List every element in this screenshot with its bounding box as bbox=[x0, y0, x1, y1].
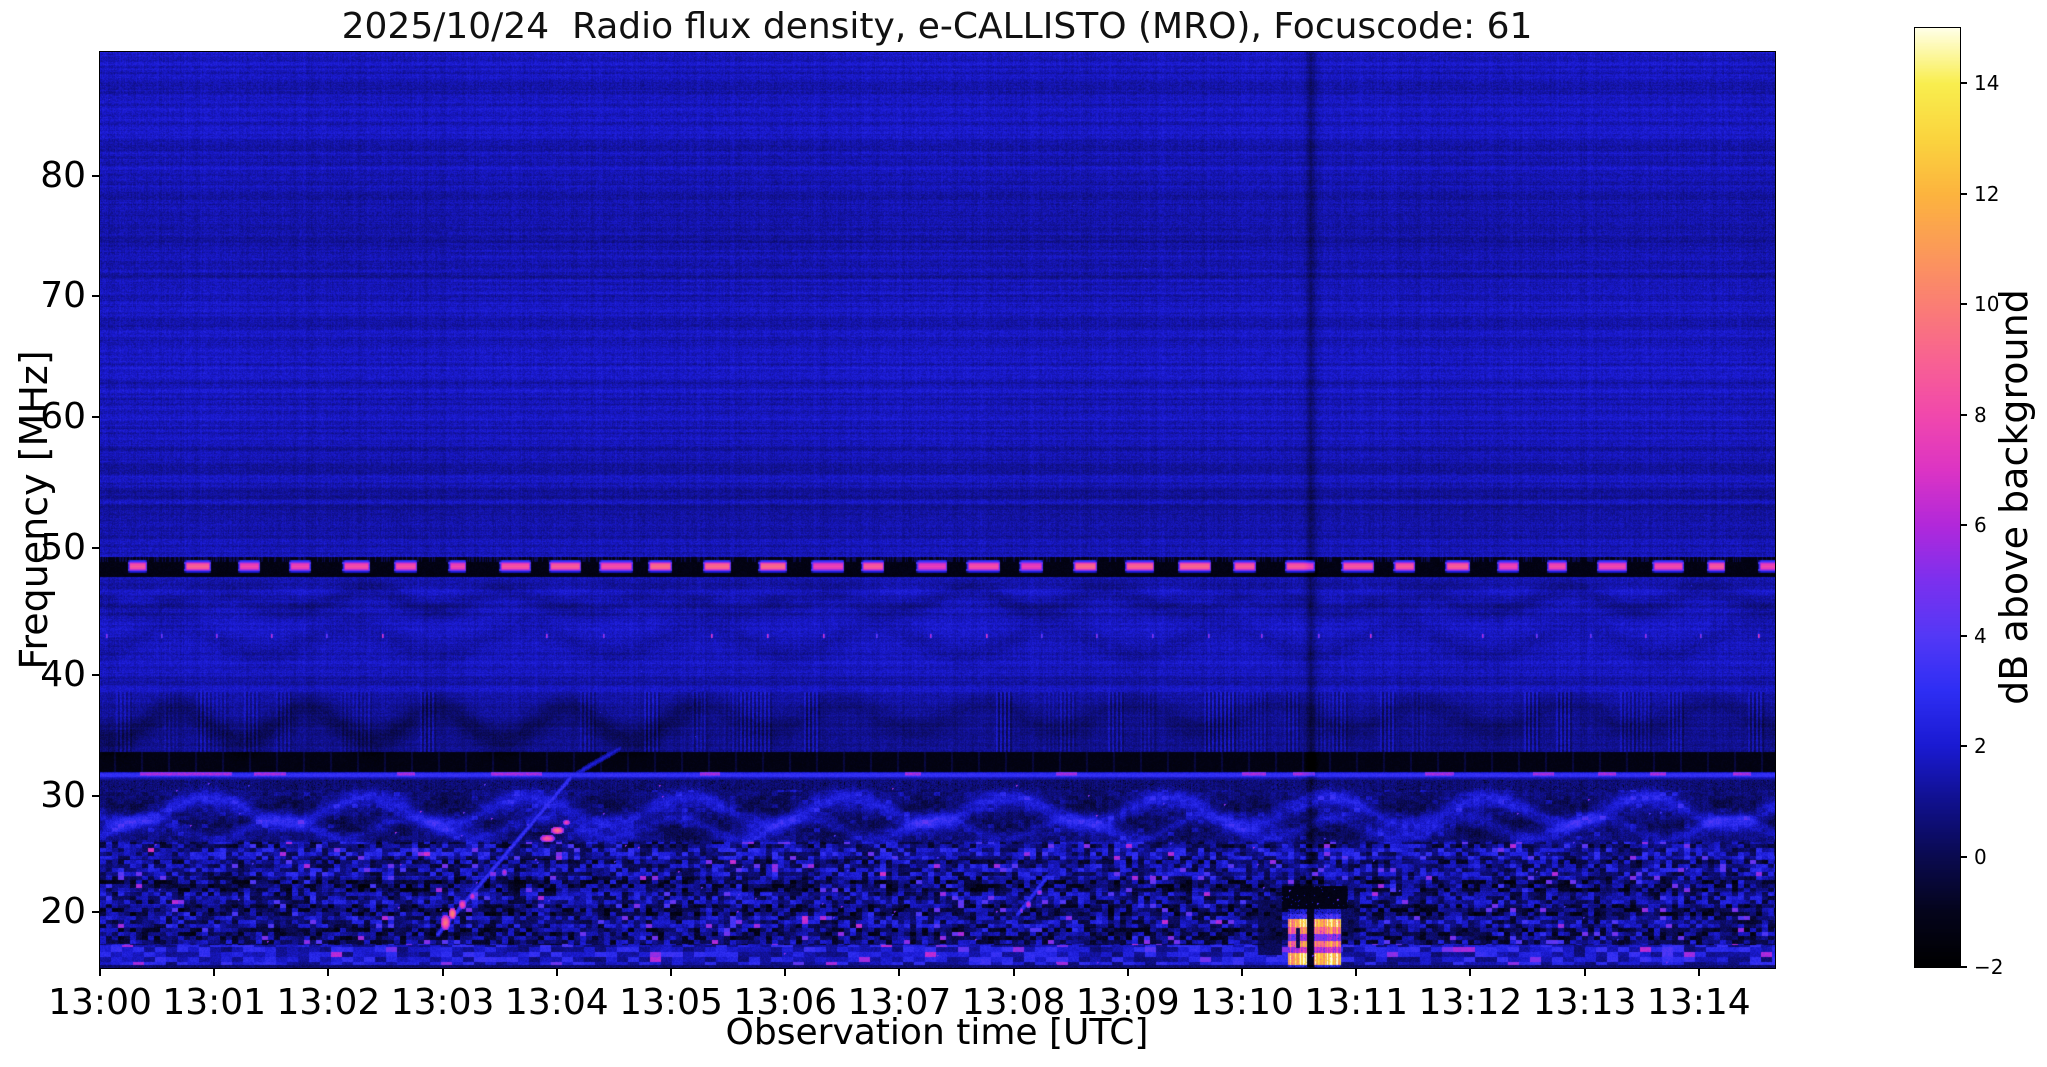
x-axis-tick bbox=[327, 968, 330, 976]
x-axis-tick bbox=[784, 968, 787, 976]
x-axis-tick-label: 13:02 bbox=[276, 982, 381, 1023]
x-axis-tick bbox=[1126, 968, 1129, 976]
y-axis-tick-label: 70 bbox=[40, 275, 86, 316]
x-axis-tick-label: 13:11 bbox=[1304, 982, 1409, 1023]
y-axis-tick bbox=[92, 911, 100, 913]
colorbar-tick-label: −2 bbox=[1974, 955, 2004, 979]
x-axis-tick-label: 13:12 bbox=[1418, 982, 1523, 1023]
x-axis-tick-label: 13:00 bbox=[48, 982, 152, 1023]
y-axis-tick bbox=[92, 795, 100, 797]
colorbar-tick-label: 0 bbox=[1974, 844, 1987, 869]
x-axis-tick bbox=[441, 968, 444, 976]
colorbar-tick bbox=[1960, 634, 1967, 637]
x-axis-tick bbox=[1697, 968, 1700, 976]
y-axis-tick bbox=[92, 175, 100, 177]
x-axis-tick bbox=[1583, 968, 1586, 976]
colorbar-label: dB above background bbox=[1992, 289, 2036, 705]
colorbar-tick bbox=[1960, 303, 1967, 306]
x-axis-tick-label: 13:13 bbox=[1532, 982, 1637, 1023]
colorbar-tick-label: 12 bbox=[1974, 181, 2000, 206]
x-axis-tick bbox=[898, 968, 901, 976]
y-axis-tick bbox=[92, 674, 100, 676]
y-axis-tick bbox=[92, 295, 100, 297]
spectrogram-canvas bbox=[100, 52, 1775, 968]
colorbar-tick-label: 4 bbox=[1974, 623, 1987, 648]
x-axis-tick-label: 13:05 bbox=[619, 982, 723, 1023]
x-axis-tick bbox=[1012, 968, 1015, 976]
x-axis-label: Observation time [UTC] bbox=[725, 1012, 1149, 1053]
x-axis-tick bbox=[1469, 968, 1472, 976]
y-axis-tick-label: 50 bbox=[40, 527, 86, 568]
y-axis-tick bbox=[92, 416, 100, 418]
x-axis-tick-label: 13:10 bbox=[1190, 982, 1294, 1023]
colorbar-tick-label: 2 bbox=[1974, 734, 1987, 759]
colorbar-tick bbox=[1960, 82, 1967, 85]
colorbar-gradient bbox=[1915, 28, 1960, 967]
colorbar-tick-label: 6 bbox=[1974, 513, 1987, 538]
colorbar-tick-label: 8 bbox=[1974, 402, 1987, 427]
x-axis-tick bbox=[670, 968, 672, 976]
colorbar-tick-label: 14 bbox=[1974, 71, 2000, 96]
colorbar-tick bbox=[1960, 192, 1967, 195]
colorbar-tick bbox=[1960, 524, 1967, 527]
plot-area bbox=[99, 51, 1776, 969]
colorbar bbox=[1914, 27, 1961, 968]
y-axis-tick-label: 80 bbox=[40, 155, 86, 196]
colorbar-tick bbox=[1960, 745, 1967, 748]
y-axis-tick bbox=[92, 547, 100, 549]
y-axis-tick-label: 60 bbox=[40, 396, 86, 437]
x-axis-tick-label: 13:03 bbox=[390, 982, 495, 1023]
y-axis-tick-label: 40 bbox=[40, 654, 86, 695]
figure-title: 2025/10/24 Radio flux density, e-CALLIST… bbox=[341, 6, 1533, 47]
colorbar-tick bbox=[1960, 966, 1967, 968]
spectrogram-figure: 2025/10/24 Radio flux density, e-CALLIST… bbox=[0, 0, 2047, 1067]
y-axis-tick-label: 30 bbox=[40, 775, 86, 816]
colorbar-tick bbox=[1960, 855, 1967, 858]
x-axis-tick-label: 13:14 bbox=[1646, 982, 1751, 1023]
colorbar-tick bbox=[1960, 413, 1967, 416]
x-axis-tick bbox=[555, 968, 558, 976]
x-axis-tick bbox=[213, 968, 216, 976]
x-axis-tick-label: 13:01 bbox=[162, 982, 267, 1023]
x-axis-tick bbox=[1241, 968, 1243, 976]
x-axis-tick-label: 13:04 bbox=[504, 982, 609, 1023]
y-axis-tick-label: 20 bbox=[40, 891, 86, 932]
x-axis-tick bbox=[99, 968, 101, 976]
x-axis-tick bbox=[1355, 968, 1358, 976]
